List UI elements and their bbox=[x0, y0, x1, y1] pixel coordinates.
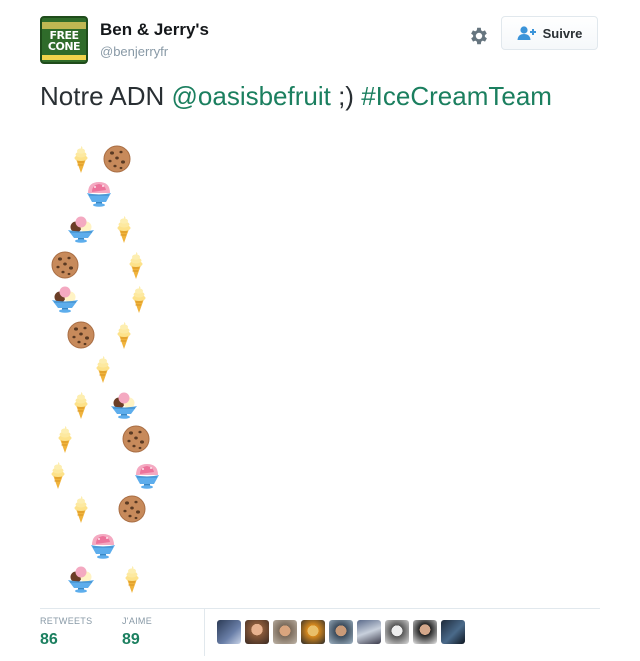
soft-serve-icon bbox=[109, 320, 139, 350]
cookie-icon bbox=[102, 144, 132, 174]
shaved-ice-icon bbox=[84, 178, 114, 208]
liker-avatar[interactable] bbox=[357, 620, 381, 644]
ice-cream-bowl-icon bbox=[66, 564, 96, 594]
liker-avatar[interactable] bbox=[413, 620, 437, 644]
gear-icon[interactable] bbox=[468, 25, 490, 47]
likes-count: 89 bbox=[122, 631, 140, 648]
soft-serve-icon bbox=[121, 250, 151, 280]
user-handle[interactable]: @benjerryfr bbox=[100, 44, 168, 59]
avatar-text-line-2: CONE bbox=[47, 40, 81, 53]
soft-serve-icon bbox=[109, 214, 139, 244]
tweet-text-prefix: Notre ADN bbox=[40, 81, 172, 111]
cookie-icon bbox=[117, 494, 147, 524]
display-name[interactable]: Ben & Jerry's bbox=[100, 20, 209, 40]
likes-stat[interactable]: J'AIME 89 bbox=[122, 616, 152, 649]
retweets-stat[interactable]: RETWEETS 86 bbox=[40, 616, 92, 649]
soft-serve-icon bbox=[66, 390, 96, 420]
liker-avatar[interactable] bbox=[329, 620, 353, 644]
soft-serve-icon bbox=[43, 460, 73, 490]
ice-cream-bowl-icon bbox=[109, 390, 139, 420]
liker-avatar[interactable] bbox=[385, 620, 409, 644]
avatar-stripe bbox=[42, 55, 86, 60]
soft-serve-icon bbox=[124, 284, 154, 314]
ice-cream-bowl-icon bbox=[66, 214, 96, 244]
add-user-icon bbox=[517, 26, 536, 40]
liker-avatar[interactable] bbox=[441, 620, 465, 644]
soft-serve-icon bbox=[88, 354, 118, 384]
hashtag-link[interactable]: #IceCreamTeam bbox=[361, 81, 552, 111]
likes-label: J'AIME bbox=[122, 616, 153, 626]
retweets-count: 86 bbox=[40, 631, 58, 648]
follow-label: Suivre bbox=[542, 25, 583, 41]
tweet-text: Notre ADN @oasisbefruit ;) #IceCreamTeam bbox=[40, 80, 600, 112]
soft-serve-icon bbox=[117, 564, 147, 594]
follow-button[interactable]: Suivre bbox=[501, 16, 598, 50]
cookie-icon bbox=[50, 250, 80, 280]
stats-divider bbox=[204, 608, 205, 656]
cookie-icon bbox=[66, 320, 96, 350]
shaved-ice-icon bbox=[132, 460, 162, 490]
soft-serve-icon bbox=[66, 494, 96, 524]
soft-serve-icon bbox=[66, 144, 96, 174]
tweet-header: FREE CONE Ben & Jerry's @benjerryfr Suiv… bbox=[40, 16, 600, 66]
retweets-label: RETWEETS bbox=[40, 616, 93, 626]
stats-top-divider bbox=[40, 608, 600, 609]
liker-avatar[interactable] bbox=[301, 620, 325, 644]
liker-avatar[interactable] bbox=[245, 620, 269, 644]
mention-link[interactable]: @oasisbefruit bbox=[172, 81, 331, 111]
liker-avatar[interactable] bbox=[217, 620, 241, 644]
tweet-text-middle: ;) bbox=[330, 81, 362, 111]
liker-avatars bbox=[217, 620, 465, 644]
ice-cream-bowl-icon bbox=[50, 284, 80, 314]
cookie-icon bbox=[121, 424, 151, 454]
liker-avatar[interactable] bbox=[273, 620, 297, 644]
avatar[interactable]: FREE CONE bbox=[40, 16, 88, 64]
shaved-ice-icon bbox=[88, 530, 118, 560]
avatar-band bbox=[42, 22, 86, 29]
soft-serve-icon bbox=[50, 424, 80, 454]
